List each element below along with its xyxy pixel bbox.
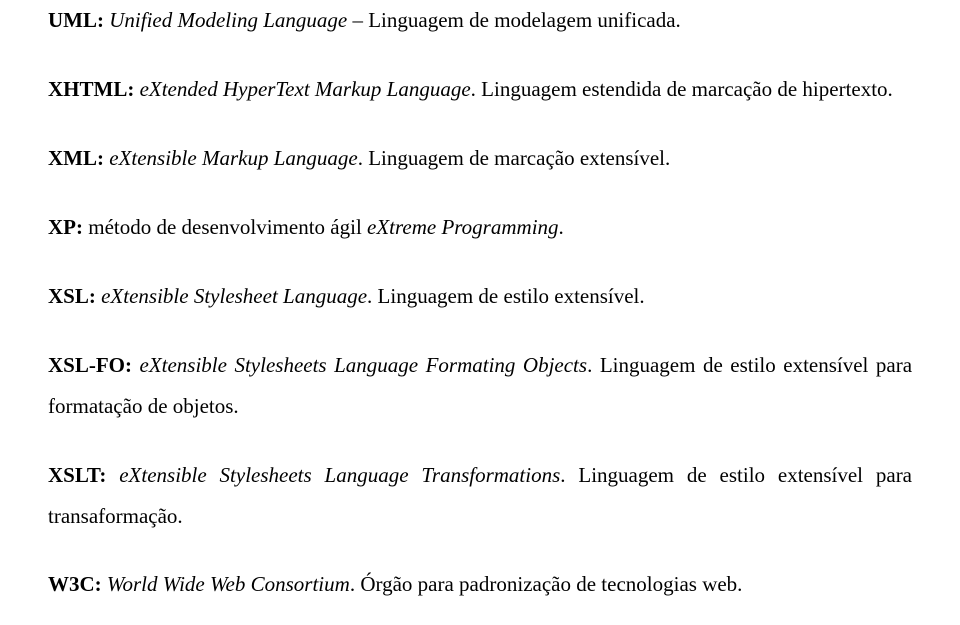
spacer <box>48 317 912 345</box>
connector: . <box>559 215 564 239</box>
page-content: UML: Unified Modeling Language – Linguag… <box>0 0 960 625</box>
expansion: eXtensible Stylesheets Language Transfor… <box>119 463 560 487</box>
definition-entry: XSL: eXtensible Stylesheet Language. Lin… <box>48 276 912 317</box>
spacer <box>48 536 912 564</box>
expansion: World Wide Web Consortium <box>107 572 350 596</box>
spacer <box>48 179 912 207</box>
connector: . <box>587 353 600 377</box>
connector: – <box>347 8 368 32</box>
abbr: XSL: <box>48 284 96 308</box>
connector: . <box>358 146 369 170</box>
connector: . <box>367 284 378 308</box>
abbr: UML: <box>48 8 104 32</box>
definition-entry: XSLT: eXtensible Stylesheets Language Tr… <box>48 455 912 537</box>
definition-entry: XML: eXtensible Markup Language. Linguag… <box>48 138 912 179</box>
translation: Linguagem de estilo extensível. <box>378 284 645 308</box>
expansion: eXtreme Programming <box>367 215 559 239</box>
spacer <box>48 248 912 276</box>
definition-entry: XP: método de desenvolvimento ágil eXtre… <box>48 207 912 248</box>
prefix: método de desenvolvimento ágil <box>88 215 367 239</box>
spacer <box>48 110 912 138</box>
abbr: XHTML: <box>48 77 134 101</box>
definition-entry: XHTML: eXtended HyperText Markup Languag… <box>48 69 912 110</box>
expansion: Unified Modeling Language <box>109 8 347 32</box>
connector: . <box>560 463 578 487</box>
translation: Linguagem estendida de marcação de hiper… <box>481 77 893 101</box>
translation: Linguagem de marcação extensível. <box>368 146 670 170</box>
connector: . <box>471 77 482 101</box>
expansion: eXtended HyperText Markup Language <box>140 77 471 101</box>
spacer <box>48 427 912 455</box>
expansion: eXtensible Markup Language <box>109 146 357 170</box>
expansion: eXtensible Stylesheets Language Formatin… <box>140 353 588 377</box>
translation: Linguagem de modelagem unificada. <box>368 8 681 32</box>
definition-entry: W3C: World Wide Web Consortium. Órgão pa… <box>48 564 912 605</box>
abbr: W3C: <box>48 572 102 596</box>
expansion: eXtensible Stylesheet Language <box>101 284 367 308</box>
connector: . <box>350 572 361 596</box>
translation: Órgão para padronização de tecnologias w… <box>360 572 742 596</box>
abbr: XML: <box>48 146 104 170</box>
spacer <box>48 41 912 69</box>
definition-entry: XSL-FO: eXtensible Stylesheets Language … <box>48 345 912 427</box>
definition-entry: UML: Unified Modeling Language – Linguag… <box>48 0 912 41</box>
abbr: XSLT: <box>48 463 106 487</box>
abbr: XP: <box>48 215 83 239</box>
abbr: XSL-FO: <box>48 353 132 377</box>
